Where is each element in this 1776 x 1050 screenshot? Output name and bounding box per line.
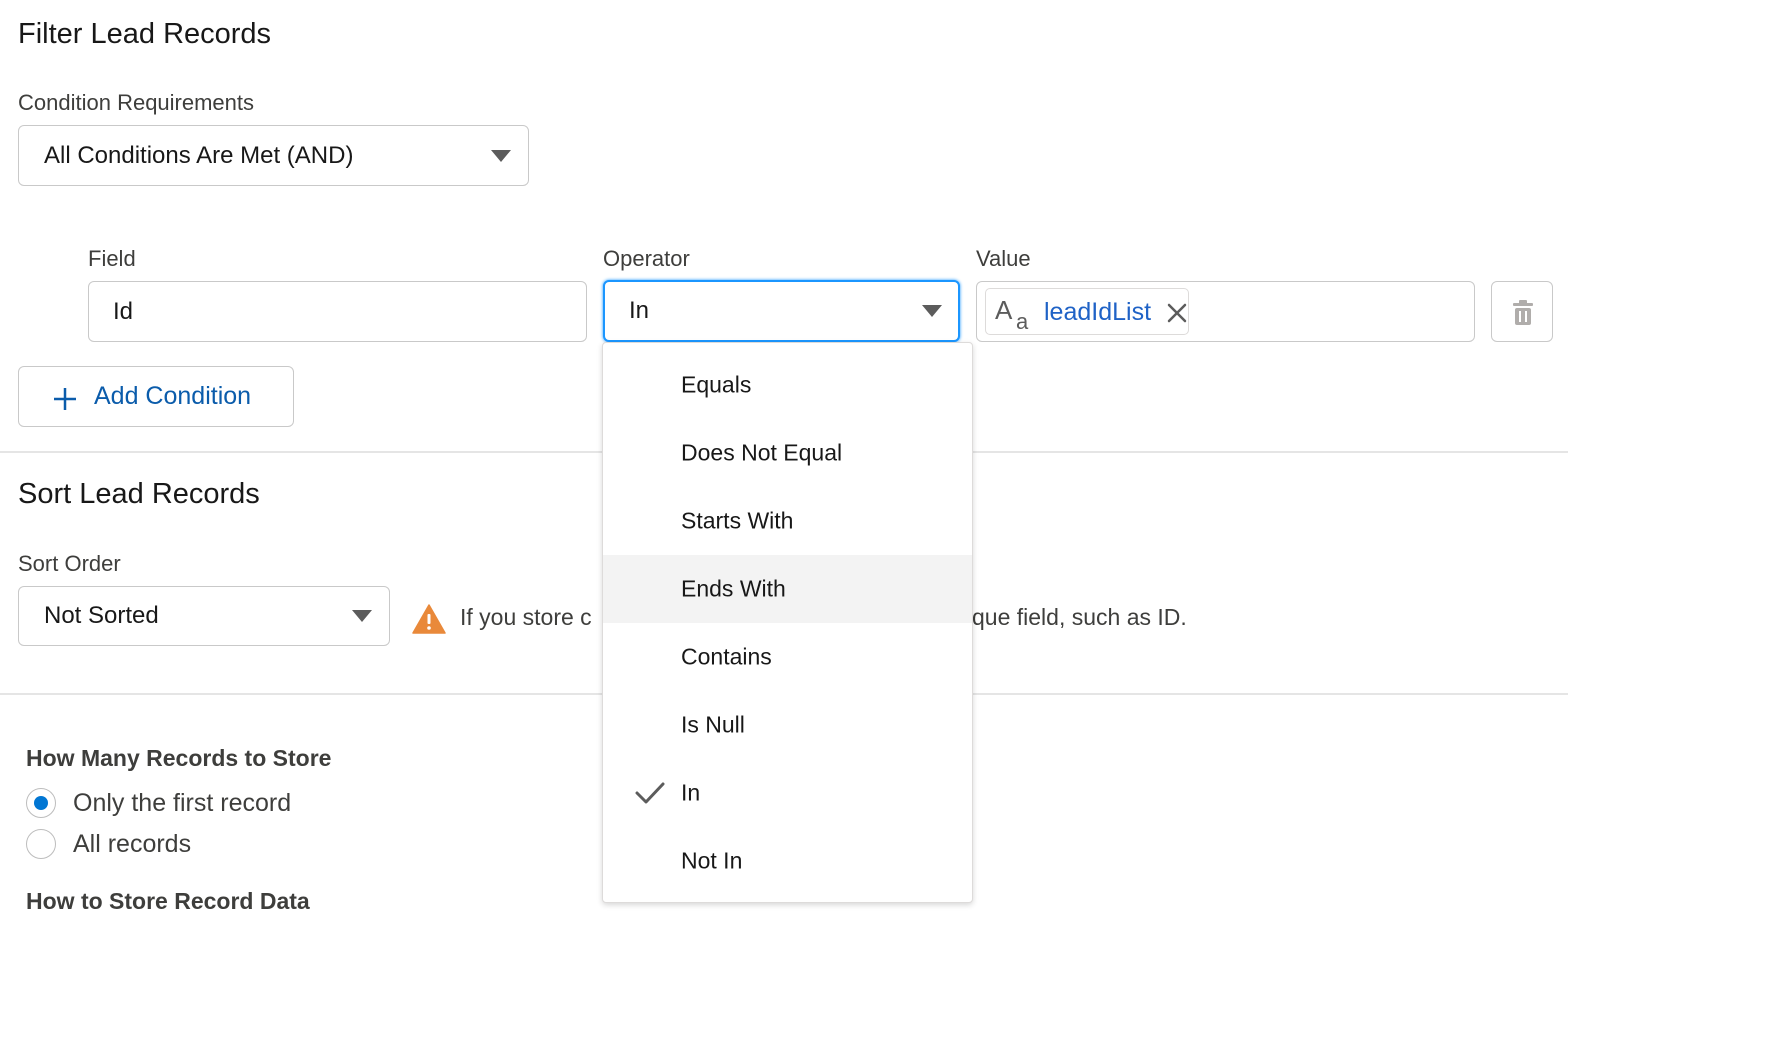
field-label: Field	[88, 246, 136, 271]
operator-option-equals[interactable]: Equals	[603, 351, 972, 419]
operator-option-ends-with[interactable]: Ends With	[603, 555, 972, 623]
radio-option-all-records[interactable]: All records	[26, 829, 326, 861]
condition-requirements-value: All Conditions Are Met (AND)	[44, 141, 354, 169]
svg-text:A: A	[995, 295, 1013, 325]
radio-label-first-record: Only the first record	[73, 789, 292, 817]
sort-order-select[interactable]: Not Sorted	[18, 586, 390, 646]
value-pill[interactable]: A a leadIdList	[985, 288, 1189, 335]
chevron-down-icon	[922, 305, 942, 317]
value-input[interactable]: A a leadIdList	[976, 281, 1475, 342]
chevron-down-icon	[491, 149, 511, 162]
radio-option-first-record[interactable]: Only the first record	[26, 788, 326, 820]
checkmark-icon	[635, 782, 665, 804]
sort-section-title: Sort Lead Records	[18, 478, 260, 510]
radio-label-all-records: All records	[73, 830, 192, 858]
operator-option-label: In	[681, 779, 701, 806]
operator-option-label: Contains	[681, 643, 772, 670]
operator-option-contains[interactable]: Contains	[603, 623, 972, 691]
add-condition-button[interactable]: Add Condition	[18, 366, 294, 427]
field-input-value: Id	[113, 297, 134, 325]
condition-requirements-label: Condition Requirements	[18, 90, 255, 115]
operator-dropdown-menu: Equals Does Not Equal Starts With Ends W…	[602, 342, 973, 903]
value-label: Value	[976, 246, 1031, 271]
plus-icon	[54, 388, 76, 410]
operator-option-starts-with[interactable]: Starts With	[603, 487, 972, 555]
operator-select-value: In	[629, 297, 650, 324]
operator-select[interactable]: In	[603, 280, 960, 342]
operator-option-not-in[interactable]: Not In	[603, 827, 972, 895]
warning-text-right: que field, such as ID.	[972, 604, 1187, 630]
field-input[interactable]: Id	[88, 281, 587, 342]
add-condition-label: Add Condition	[94, 382, 252, 410]
text-type-icon: A a	[995, 295, 1029, 331]
sort-order-value: Not Sorted	[44, 602, 159, 629]
svg-text:a: a	[1016, 309, 1029, 331]
operator-label: Operator	[603, 246, 690, 271]
delete-condition-button[interactable]	[1491, 281, 1553, 342]
close-icon[interactable]	[1166, 302, 1188, 324]
operator-option-is-null[interactable]: Is Null	[603, 691, 972, 759]
operator-option-label: Ends With	[681, 575, 786, 602]
sort-order-label: Sort Order	[18, 551, 121, 576]
radio-button-first-record[interactable]	[26, 788, 56, 818]
operator-option-label: Is Null	[681, 711, 745, 738]
operator-option-label: Does Not Equal	[681, 439, 843, 466]
operator-option-label: Starts With	[681, 507, 794, 534]
condition-requirements-select[interactable]: All Conditions Are Met (AND)	[18, 125, 529, 186]
value-pill-label: leadIdList	[1044, 298, 1152, 326]
how-many-records-label: How Many Records to Store	[26, 745, 332, 771]
radio-button-all-records[interactable]	[26, 829, 56, 859]
operator-option-label: Equals	[681, 371, 752, 398]
how-to-store-label: How to Store Record Data	[26, 888, 310, 914]
radio-selected-dot	[34, 796, 48, 810]
trash-icon	[1513, 300, 1533, 325]
warning-icon	[412, 604, 446, 634]
filter-section-title: Filter Lead Records	[18, 18, 272, 50]
warning-text-left: If you store c	[460, 604, 592, 630]
operator-option-does-not-equal[interactable]: Does Not Equal	[603, 419, 972, 487]
operator-option-in[interactable]: In	[603, 759, 972, 827]
chevron-down-icon	[352, 610, 372, 622]
operator-option-label: Not In	[681, 847, 743, 874]
